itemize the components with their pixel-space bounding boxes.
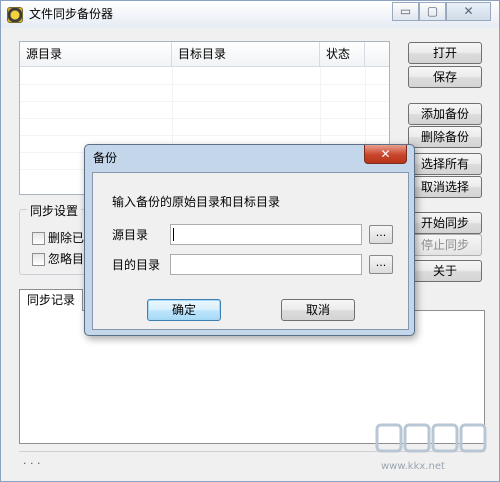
start-sync-button[interactable]: 开始同步 [408,212,482,234]
column-header-target[interactable]: 目标目录 [172,42,320,67]
row-divider [20,135,389,136]
target-browse-button[interactable]: ... [369,255,393,274]
cancel-select-button[interactable]: 取消选择 [408,176,482,198]
dialog-prompt: 输入备份的原始目录和目标目录 [112,195,281,209]
title-bar: 文件同步备份器 ▭ ▢ ✕ [1,1,499,28]
row-divider [20,84,389,85]
ignore-option-checkbox[interactable] [32,253,45,266]
sync-settings-title: 同步设置 [27,203,82,219]
target-dir-input[interactable] [170,254,362,275]
source-dir-input[interactable] [170,224,362,245]
ignore-option-label: 忽略目 [48,252,85,266]
dialog-body: 输入备份的原始目录和目标目录 源目录 ... 目的目录 ... 确定 取消 [92,172,409,330]
column-header-status[interactable]: 状态 [320,42,365,67]
dialog-title: 备份 [93,151,118,165]
delete-option-checkbox[interactable] [32,232,45,245]
close-icon[interactable]: ✕ [446,2,491,21]
open-button[interactable]: 打开 [408,42,482,64]
source-browse-button[interactable]: ... [369,225,393,244]
minimize-icon[interactable]: ▭ [392,2,419,21]
restore-icon[interactable]: ▢ [419,2,446,21]
list-header: 源目录 目标目录 状态 [20,42,389,67]
save-button[interactable]: 保存 [408,66,482,88]
dialog-close-icon[interactable]: ✕ [364,145,407,164]
select-all-button[interactable]: 选择所有 [408,153,482,175]
add-backup-button[interactable]: 添加备份 [408,103,482,125]
watermark-url: www.kkx.net [381,461,445,472]
column-header-source[interactable]: 源目录 [20,42,172,67]
delete-option-label: 删除已 [48,231,85,245]
app-icon [7,7,23,23]
source-dir-label: 源目录 [112,228,149,242]
about-button[interactable]: 关于 [408,260,482,282]
ok-button[interactable]: 确定 [147,299,221,321]
row-divider [20,118,389,119]
tab-sync-log[interactable]: 同步记录 [19,289,83,311]
target-dir-label: 目的目录 [112,258,161,272]
backup-dialog: 备份 ✕ 输入备份的原始目录和目标目录 源目录 ... 目的目录 ... 确定 … [84,144,415,336]
cancel-button[interactable]: 取消 [281,299,355,321]
row-divider [20,101,389,102]
delete-backup-button[interactable]: 删除备份 [408,126,482,148]
text-caret [173,228,174,241]
stop-sync-button[interactable]: 停止同步 [408,234,482,256]
window-title: 文件同步备份器 [29,7,114,21]
